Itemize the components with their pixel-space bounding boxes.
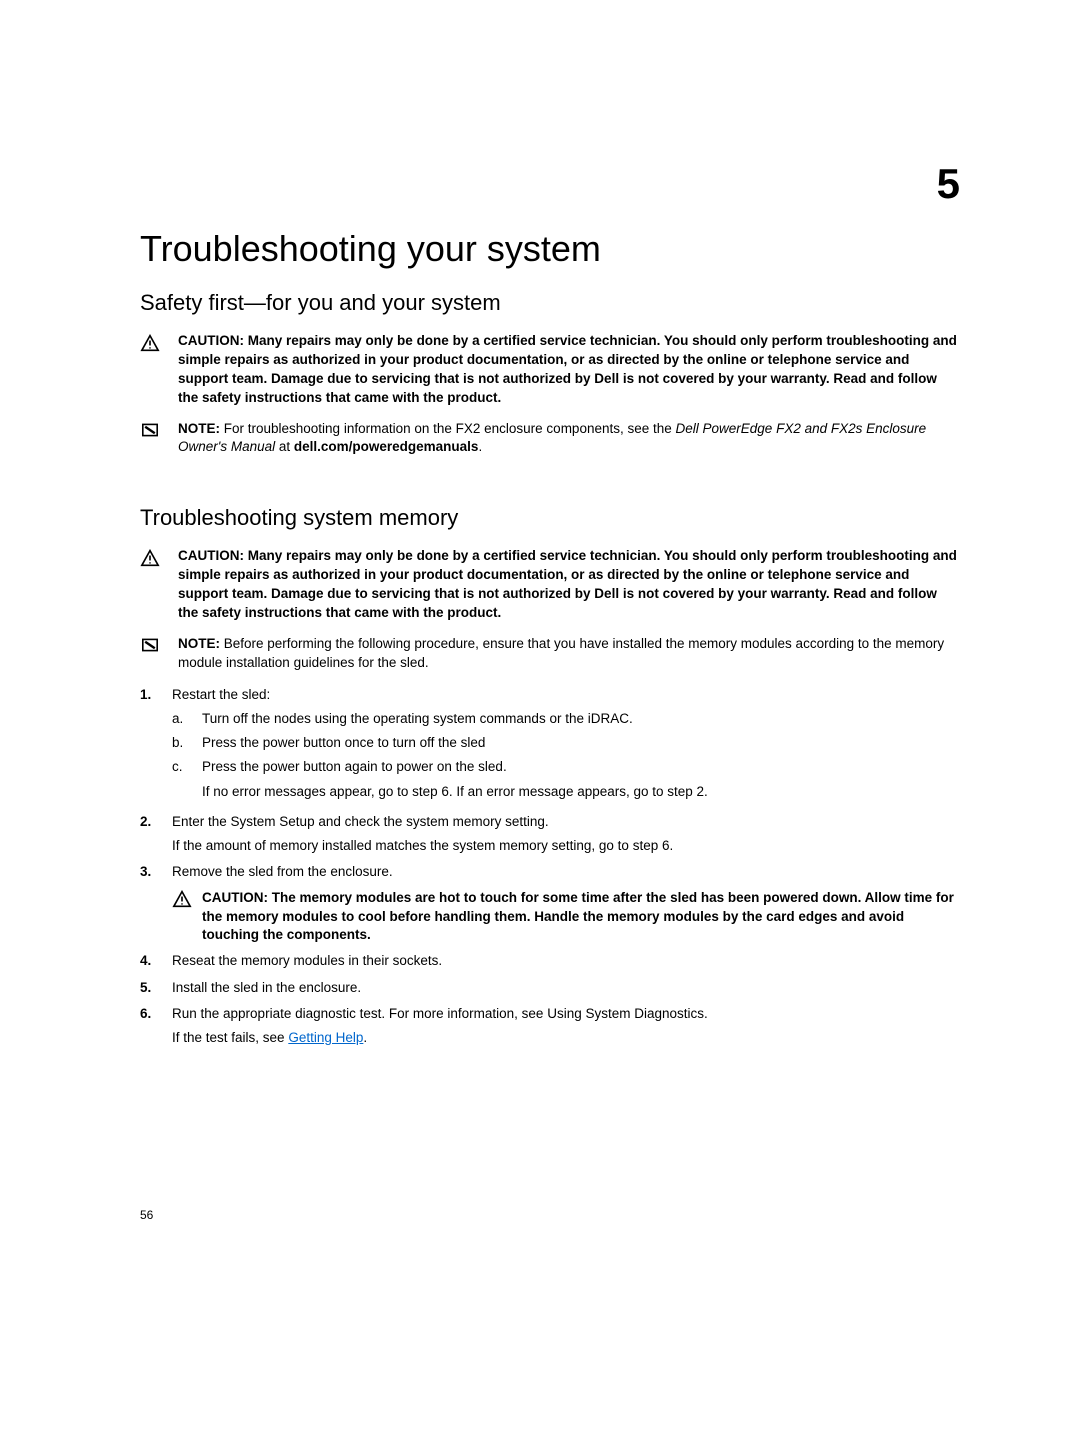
note-text-2: NOTE: Before performing the following pr… [178, 635, 960, 673]
substep-text: Press the power button again to power on… [202, 759, 507, 774]
step-number: 4. [140, 951, 162, 971]
inline-caution-block: CAUTION: The memory modules are hot to t… [172, 889, 960, 946]
note-block-2: NOTE: Before performing the following pr… [140, 635, 960, 673]
note-bold-url: dell.com/poweredgemanuals [294, 439, 479, 454]
step-4: 4. Reseat the memory modules in their so… [140, 951, 960, 971]
substep-text: Press the power button once to turn off … [202, 733, 960, 753]
step-2: 2. Enter the System Setup and check the … [140, 812, 960, 857]
step-followup: If the test fails, see Getting Help. [172, 1028, 960, 1048]
caution-body: The memory modules are hot to touch for … [202, 890, 954, 943]
section-safety-heading: Safety first—for you and your system [140, 290, 960, 316]
note-body: Before performing the following procedur… [178, 636, 944, 670]
caution-body: Many repairs may only be done by a certi… [178, 333, 957, 405]
step-text: Enter the System Setup and check the sys… [172, 814, 549, 829]
note-post: . [478, 439, 482, 454]
caution-block-2: CAUTION: Many repairs may only be done b… [140, 547, 960, 623]
caution-block: CAUTION: Many repairs may only be done b… [140, 332, 960, 408]
caution-label: CAUTION: [178, 548, 248, 563]
note-icon [140, 420, 164, 458]
caution-label: CAUTION: [178, 333, 248, 348]
caution-text-2: CAUTION: Many repairs may only be done b… [178, 547, 960, 623]
note-pre: For troubleshooting information on the F… [224, 421, 676, 436]
substep-b: b. Press the power button once to turn o… [172, 733, 960, 753]
step-text: Restart the sled: [172, 687, 270, 702]
step-number: 1. [140, 685, 162, 806]
substep-list: a. Turn off the nodes using the operatin… [172, 709, 960, 802]
caution-label: CAUTION: [202, 890, 272, 905]
step-number: 6. [140, 1004, 162, 1049]
section-memory-heading: Troubleshooting system memory [140, 505, 960, 531]
caution-icon [140, 332, 164, 408]
page-number: 56 [140, 1208, 960, 1222]
step-number: 3. [140, 862, 162, 945]
caution-icon [140, 547, 164, 623]
note-mid: at [275, 439, 294, 454]
getting-help-link[interactable]: Getting Help [288, 1030, 363, 1045]
substep-num: c. [172, 757, 192, 802]
procedure-list: 1. Restart the sled: a. Turn off the nod… [140, 685, 960, 1049]
caution-icon [172, 889, 192, 946]
substep-followup: If no error messages appear, go to step … [202, 782, 960, 802]
step-number: 2. [140, 812, 162, 857]
note-label: NOTE: [178, 636, 224, 651]
step-followup: If the amount of memory installed matche… [172, 836, 960, 856]
step-1: 1. Restart the sled: a. Turn off the nod… [140, 685, 960, 806]
chapter-title: Troubleshooting your system [140, 228, 960, 270]
caution-body: Many repairs may only be done by a certi… [178, 548, 957, 620]
step-5: 5. Install the sled in the enclosure. [140, 978, 960, 998]
step-text: Install the sled in the enclosure. [172, 980, 361, 995]
followup-post: . [363, 1030, 367, 1045]
note-label: NOTE: [178, 421, 224, 436]
substep-num: a. [172, 709, 192, 729]
substep-a: a. Turn off the nodes using the operatin… [172, 709, 960, 729]
chapter-number: 5 [140, 160, 960, 208]
substep-num: b. [172, 733, 192, 753]
substep-c: c. Press the power button again to power… [172, 757, 960, 802]
step-text: Remove the sled from the enclosure. [172, 864, 393, 879]
step-3: 3. Remove the sled from the enclosure. C… [140, 862, 960, 945]
step-number: 5. [140, 978, 162, 998]
step-text: Reseat the memory modules in their socke… [172, 953, 442, 968]
note-text: NOTE: For troubleshooting information on… [178, 420, 960, 458]
substep-text: Turn off the nodes using the operating s… [202, 709, 960, 729]
step-text: Run the appropriate diagnostic test. For… [172, 1006, 708, 1021]
followup-pre: If the test fails, see [172, 1030, 288, 1045]
note-icon [140, 635, 164, 673]
caution-text: CAUTION: Many repairs may only be done b… [178, 332, 960, 408]
step-6: 6. Run the appropriate diagnostic test. … [140, 1004, 960, 1049]
note-block: NOTE: For troubleshooting information on… [140, 420, 960, 458]
